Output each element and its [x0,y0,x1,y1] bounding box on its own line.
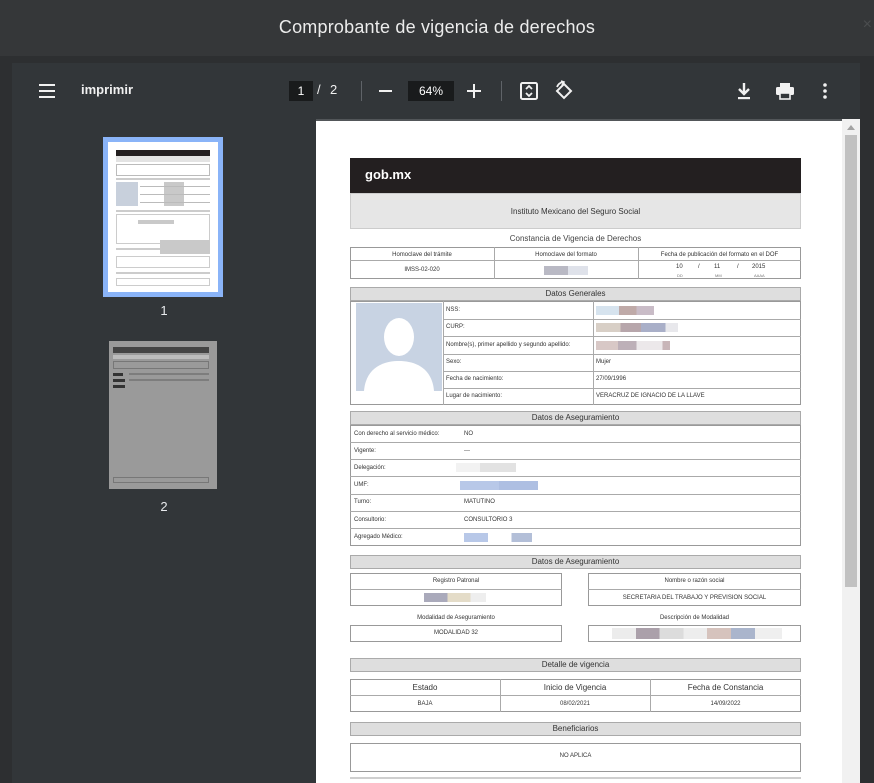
constancia-title: Constancia de Vigencia de Derechos [509,234,642,243]
date-aaaa-label: AAAA [754,273,765,278]
col-fecha-constancia: Fecha de Constancia [687,683,764,692]
datos-generales-header: Datos Generales [350,287,801,301]
document-scrollbar[interactable] [842,119,860,783]
razon-social-label: Nombre o razón social [664,578,725,584]
date-mm-label: MM [715,273,722,278]
agregado-medico-label: Agregado Médico: [354,534,403,540]
scroll-up-icon[interactable] [847,125,855,130]
fecha-nacimiento-value: 27/09/1996 [596,376,627,382]
profile-photo-placeholder [356,303,442,391]
pdf-viewer: imprimir 1 / 2 64% 1 2 gob.mx Instituto … [12,63,860,783]
col-fecha-publicacion: Fecha de publicación del formato en el D… [660,252,779,258]
umf-label: UMF: [354,482,369,488]
thumbnail-sidebar: 1 2 [12,119,316,783]
turno-value: MATUTINO [464,499,495,505]
redacted-delegacion [456,463,516,472]
curp-label: CURP: [446,324,465,330]
rotate-icon[interactable] [553,80,575,102]
col-homoclave-formato: Homoclave del formato [535,252,597,258]
col-homoclave-tramite: Homoclave del trámite [392,252,452,258]
date-sep: / [698,264,700,270]
razon-social-value: SECRETARIA DEL TRABAJO Y PREVISION SOCIA… [622,595,767,601]
detalle-vigencia-header: Detalle de vigencia [350,658,801,672]
inicio-vigencia-value: 08/02/2021 [559,701,591,707]
pdf-toolbar: imprimir 1 / 2 64% [12,63,860,119]
vigente-value: --- [464,448,470,454]
col-estado: Estado [412,683,438,692]
redacted-curp [596,323,678,332]
date-dd: 10 [676,264,683,270]
delegacion-label: Delegación: [354,465,386,471]
modalidad-label: Modalidad de Aseguramiento [417,615,495,621]
menu-icon[interactable] [39,84,55,98]
datos-aseguramiento-header: Datos de Aseguramiento [350,411,801,425]
redacted-homoclave-formato [544,266,588,275]
thumbnail-label-2: 2 [160,499,168,514]
beneficiarios-header: Beneficiarios [350,722,801,736]
derecho-servicio-value: NO [464,431,473,437]
redacted-umf [460,481,538,490]
download-icon[interactable] [733,80,755,102]
descripcion-modalidad-label: Descripción de Modalidad [659,615,730,621]
scroll-thumb[interactable] [845,135,857,587]
zoom-input[interactable]: 64% [408,81,454,101]
lugar-nacimiento-label: Lugar de nacimiento: [446,393,503,399]
footnote-text [350,777,801,779]
document-area: gob.mx Instituto Mexicano del Seguro Soc… [316,119,860,783]
estado-value: BAJA [417,701,433,707]
datos-aseguramiento-2-header: Datos de Aseguramiento [350,555,801,569]
fit-page-icon[interactable] [518,80,540,102]
thumbnail-page-2[interactable] [109,341,217,489]
gob-mx-logo: gob.mx [365,167,412,182]
registro-patronal-label: Registro Patronal [432,578,480,584]
derecho-servicio-label: Con derecho al servicio médico: [354,431,440,437]
sexo-label: Sexo: [446,359,462,365]
fecha-nacimiento-label: Fecha de nacimiento: [446,376,504,382]
close-icon[interactable]: × [863,16,872,34]
thumbnail-page-1[interactable] [108,142,218,292]
toolbar-divider [361,81,362,101]
modalidad-value: MODALIDAD 32 [433,630,478,636]
more-options-icon[interactable] [814,80,836,102]
lugar-nacimiento-value: VERACRUZ DE IGNACIO DE LA LLAVE [596,393,705,399]
zoom-in-icon[interactable] [467,84,481,98]
date-aaaa: 2015 [752,264,766,270]
print-icon[interactable] [774,80,796,102]
homoclave-tramite-value: IMSS-02-020 [404,267,440,273]
zoom-out-icon[interactable] [379,90,392,92]
redacted-registro-patronal [424,593,486,602]
date-dd-label: DD [677,273,683,278]
beneficiarios-value: NO APLICA [559,753,592,759]
modal-title: Comprobante de vigencia de derechos [278,17,596,37]
document-title: imprimir [81,82,134,97]
modal-header: Comprobante de vigencia de derechos × [0,0,874,56]
consultorio-label: Consultorio: [354,517,387,523]
institution-name: Instituto Mexicano del Seguro Social [510,207,641,216]
logo-bar [350,158,801,193]
date-mm: 11 [714,264,721,270]
sexo-value: Mujer [596,359,612,365]
redacted-agregado-medico [464,533,532,542]
page-number-input[interactable]: 1 [289,81,313,101]
redacted-nombre [596,341,670,350]
fecha-constancia-value: 14/09/2022 [710,701,741,707]
vigente-label: Vigente: [354,448,376,454]
thumbnail-label-1: 1 [160,303,168,318]
redacted-nss [596,306,654,315]
redacted-descripcion-modalidad [612,628,782,639]
document-page: gob.mx Instituto Mexicano del Seguro Soc… [316,121,842,783]
toolbar-divider [501,81,502,101]
turno-label: Turno: [354,499,372,505]
col-inicio-vigencia: Inicio de Vigencia [543,683,607,692]
date-sep: / [737,264,739,270]
total-pages: 2 [330,82,338,97]
page-separator: / [317,82,321,97]
consultorio-value: CONSULTORIO 3 [464,517,513,523]
nombre-label: Nombre(s), primer apellido y segundo ape… [446,342,571,348]
nss-label: NSS: [446,307,461,313]
